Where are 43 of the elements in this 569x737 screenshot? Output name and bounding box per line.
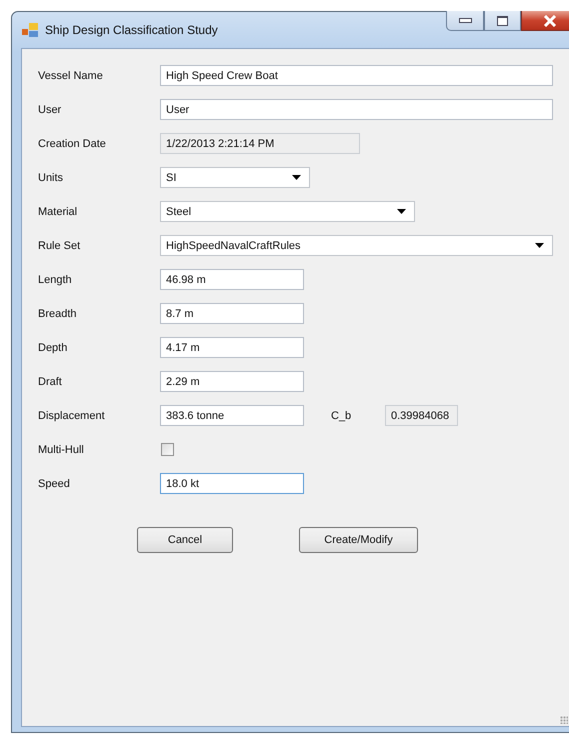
dropdown-arrow-icon <box>397 209 406 214</box>
dropdown-value: HighSpeedNavalCraftRules <box>166 240 301 252</box>
close-icon <box>543 14 557 26</box>
text-field[interactable]: 2.29 m <box>160 371 304 392</box>
text-field[interactable]: High Speed Crew Boat <box>160 65 553 86</box>
dropdown-arrow-icon <box>292 175 301 180</box>
field-label: Speed <box>38 478 71 490</box>
field-label: Creation Date <box>38 138 107 150</box>
window-title: Ship Design Classification Study <box>45 23 218 37</box>
readonly-field: 1/22/2013 2:21:14 PM <box>160 133 360 154</box>
field-label: Vessel Name <box>38 70 104 82</box>
text-field[interactable]: 18.0 kt <box>160 473 304 494</box>
text-field[interactable]: 46.98 m <box>160 269 304 290</box>
app-icon <box>22 23 38 37</box>
readonly-field: 0.39984068 <box>385 405 458 426</box>
text-field[interactable]: 383.6 tonne <box>160 405 304 426</box>
dropdown-field[interactable]: SI <box>160 167 310 188</box>
field-label: C_b <box>331 410 352 422</box>
field-label: User <box>38 104 62 116</box>
checkbox[interactable] <box>161 443 174 456</box>
field-label: Breadth <box>38 308 78 320</box>
field-label: Units <box>38 172 64 184</box>
dropdown-value: Steel <box>166 206 192 218</box>
text-field[interactable]: 4.17 m <box>160 337 304 358</box>
text-field[interactable]: 8.7 m <box>160 303 304 324</box>
field-label: Multi-Hull <box>38 444 85 456</box>
field-label: Rule Set <box>38 240 82 252</box>
dropdown-field[interactable]: HighSpeedNavalCraftRules <box>160 235 553 256</box>
close-button[interactable] <box>521 11 569 31</box>
field-label: Material <box>38 206 78 218</box>
text-field[interactable]: User <box>160 99 553 120</box>
dialog-button[interactable]: Cancel <box>137 527 233 553</box>
dropdown-field[interactable]: Steel <box>160 201 415 222</box>
dropdown-value: SI <box>166 172 176 184</box>
dropdown-arrow-icon <box>535 243 544 248</box>
field-label: Length <box>38 274 73 286</box>
field-label: Displacement <box>38 410 106 422</box>
minimize-button[interactable] <box>446 11 484 31</box>
dialog-button[interactable]: Create/Modify <box>299 527 418 553</box>
resize-grip-icon <box>560 716 568 724</box>
maximize-button[interactable] <box>484 11 521 31</box>
field-label: Draft <box>38 376 63 388</box>
field-label: Depth <box>38 342 68 354</box>
